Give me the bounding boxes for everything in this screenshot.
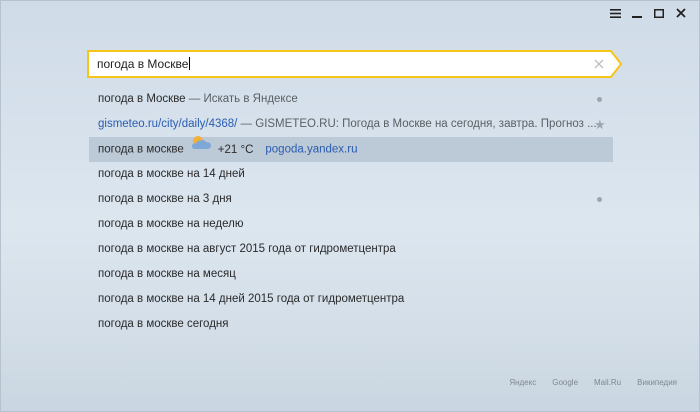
suggestion-item[interactable]: погода в москве на 3 дня xyxy=(89,187,613,212)
weather-temperature: +21 °C xyxy=(217,143,254,156)
suggestion-query: погода в Москве xyxy=(98,93,186,105)
suggestion-text: погода в москве на 14 дней 2015 года от … xyxy=(98,293,405,305)
suggestion-text: погода в москве на август 2015 года от г… xyxy=(98,243,396,255)
partly-cloudy-icon xyxy=(190,135,212,160)
footer-link-wikipedia[interactable]: Википедия xyxy=(637,378,677,387)
suggestion-text: погода в москве на 14 дней xyxy=(98,168,245,180)
maximize-icon[interactable] xyxy=(649,6,669,20)
suggestion-item[interactable]: погода в москве на неделю xyxy=(89,212,613,237)
suggestion-item[interactable]: погода в москве на август 2015 года от г… xyxy=(89,237,613,262)
suggestion-site-title: — GISMETEO.RU: Погода в Москве на сегодн… xyxy=(237,118,597,130)
text-caret xyxy=(189,57,191,70)
suggestion-item[interactable]: погода в москве на 14 дней 2015 года от … xyxy=(89,287,613,312)
star-icon[interactable]: ★ xyxy=(594,112,606,137)
remove-dot-icon[interactable] xyxy=(597,197,602,202)
suggestion-text: погода в москве на месяц xyxy=(98,268,236,280)
clear-icon[interactable] xyxy=(592,57,606,71)
search-input[interactable]: погода в Москве xyxy=(97,57,191,71)
suggestion-url: gismeteo.ru/city/daily/4368/ xyxy=(98,118,238,130)
window-controls xyxy=(605,6,691,20)
suggestion-item[interactable]: погода в москве на месяц xyxy=(89,262,613,287)
minimize-icon[interactable] xyxy=(627,6,647,20)
suggestion-query: погода в москве xyxy=(98,143,184,156)
suggestion-item[interactable]: погода в москве сегодня xyxy=(89,312,613,337)
suggestion-text: погода в москве сегодня xyxy=(98,318,229,330)
suggestion-site-gismeteo[interactable]: gismeteo.ru/city/daily/4368/ — GISMETEO.… xyxy=(89,112,613,137)
suggestion-item[interactable]: погода в москве на 14 дней xyxy=(89,162,613,187)
suggestion-weather[interactable]: погода в москве +21 °C pogoda.yandex.ru xyxy=(89,135,613,162)
menu-icon[interactable] xyxy=(605,6,625,20)
search-omnibox[interactable]: погода в Москве xyxy=(87,50,623,78)
close-icon[interactable] xyxy=(671,6,691,20)
footer-link-yandex[interactable]: Яндекс xyxy=(509,378,536,387)
suggestion-hint: — Искать в Яндексе xyxy=(185,93,298,105)
suggestion-text: погода в москве на 3 дня xyxy=(98,193,232,205)
suggestion-list: погода в Москве — Искать в Яндексе gisme… xyxy=(89,87,613,337)
footer-link-mailru[interactable]: Mail.Ru xyxy=(594,378,621,387)
weather-source-link[interactable]: pogoda.yandex.ru xyxy=(265,144,357,156)
remove-dot-icon[interactable] xyxy=(597,97,602,102)
suggestion-search-yandex[interactable]: погода в Москве — Искать в Яндексе xyxy=(89,87,613,112)
search-input-value: погода в Москве xyxy=(97,57,189,71)
suggestion-text: погода в москве на неделю xyxy=(98,218,244,230)
footer-link-google[interactable]: Google xyxy=(552,378,578,387)
search-engine-links: Яндекс Google Mail.Ru Википедия xyxy=(509,378,677,387)
